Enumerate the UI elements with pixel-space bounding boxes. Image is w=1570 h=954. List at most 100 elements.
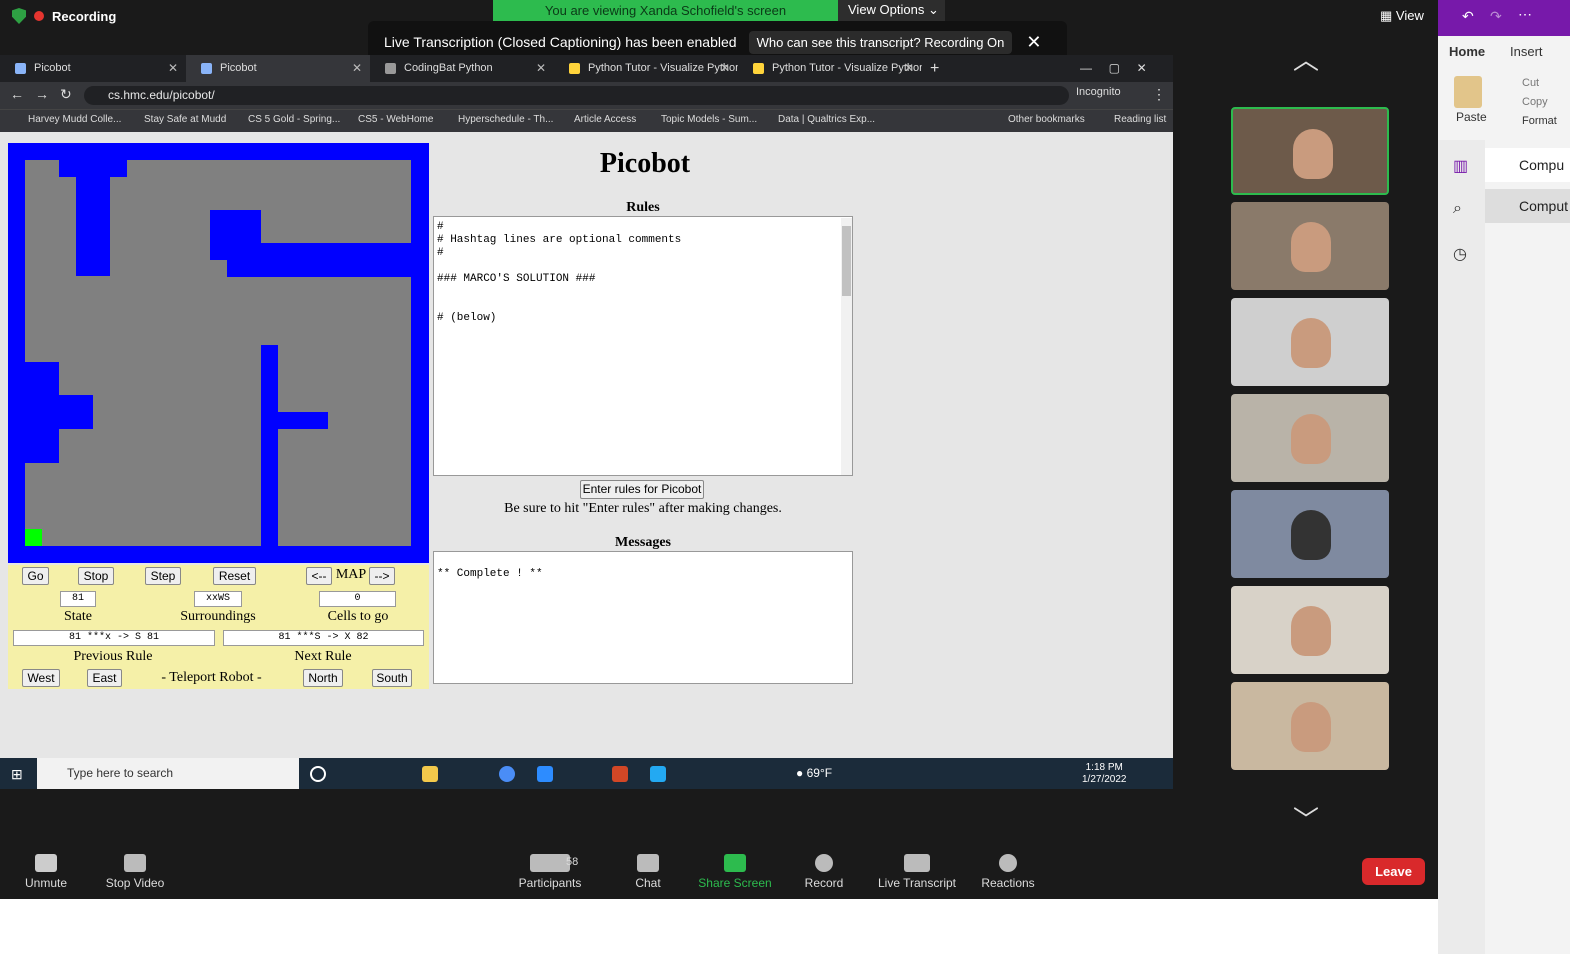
participant-video[interactable] (1231, 202, 1389, 290)
new-tab-button[interactable]: + (922, 55, 952, 82)
participant-video[interactable] (1231, 394, 1389, 482)
vscode-icon[interactable] (650, 766, 666, 782)
browser-tab-bar: Picobot ✕ Picobot ✕ CodingBat Python ✕ Pyth… (0, 55, 1173, 82)
cells-to-go-field[interactable]: 0 (319, 591, 396, 607)
view-options-button[interactable]: View Options ⌄ (838, 0, 945, 21)
recent-icon[interactable]: ◷ (1453, 244, 1467, 264)
enter-rules-button[interactable]: Enter rules for Picobot (580, 480, 704, 499)
rules-scrollbar[interactable] (841, 218, 852, 475)
reactions-button[interactable]: Reactions (978, 854, 1038, 890)
back-icon[interactable]: ← (10, 86, 24, 102)
state-field[interactable]: 81 (60, 591, 96, 607)
tab-picobot-2[interactable]: Picobot ✕ (186, 55, 370, 82)
unmute-button[interactable]: Unmute (22, 854, 70, 890)
bookmark-item[interactable]: Harvey Mudd Colle... (28, 114, 121, 125)
url-field[interactable]: cs.hmc.edu/picobot/ (84, 86, 1069, 105)
redo-icon[interactable]: ↷ (1490, 8, 1502, 25)
next-rule-field[interactable]: 81 ***S -> X 82 (223, 630, 424, 646)
file-explorer-icon[interactable] (422, 766, 438, 782)
east-button[interactable]: East (87, 669, 122, 687)
zoom-icon[interactable] (537, 766, 553, 782)
tab-codingbat[interactable]: CodingBat Python ✕ (370, 55, 554, 82)
window-controls[interactable]: — ▢ ✕ (1076, 55, 1173, 82)
more-icon[interactable]: ⋯ (1518, 6, 1532, 23)
reload-icon[interactable]: ↻ (60, 86, 72, 103)
participant-face (1291, 414, 1331, 464)
close-tab-icon[interactable]: ✕ (720, 55, 730, 82)
taskbar-search[interactable]: Type here to search (37, 758, 299, 789)
participant-video[interactable] (1231, 490, 1389, 578)
notebooks-icon[interactable]: ▥ (1453, 156, 1468, 176)
search-icon[interactable]: ⌕ (1453, 200, 1462, 218)
powerpoint-icon[interactable] (612, 766, 628, 782)
cut-label[interactable]: Cut (1522, 77, 1539, 89)
participant-video[interactable] (1231, 107, 1389, 195)
cortana-icon[interactable] (310, 766, 326, 782)
bookmark-item[interactable]: Hyperschedule - Th... (458, 114, 553, 125)
rules-textarea[interactable]: # # Hashtag lines are optional comments … (433, 216, 853, 476)
live-transcript-button[interactable]: Live Transcript (872, 854, 962, 890)
menu-icon[interactable]: ⋮ (1152, 86, 1166, 103)
previous-rule-field[interactable]: 81 ***x -> S 81 (13, 630, 215, 646)
forward-icon[interactable]: → (35, 86, 49, 102)
paste-label[interactable]: Paste (1456, 110, 1487, 124)
incognito-label[interactable]: Incognito (1076, 86, 1121, 98)
bookmark-item[interactable]: Data | Qualtrics Exp... (778, 114, 875, 125)
chrome-icon[interactable] (499, 766, 515, 782)
participant-face (1291, 510, 1331, 560)
bookmark-item[interactable]: Other bookmarks (1008, 114, 1085, 125)
bookmark-item[interactable]: Topic Models - Sum... (661, 114, 757, 125)
participant-video[interactable] (1231, 682, 1389, 770)
tab-label: Picobot (34, 62, 71, 74)
bookmark-item[interactable]: Article Access (574, 114, 636, 125)
step-button[interactable]: Step (145, 567, 181, 585)
tab-picobot-1[interactable]: Picobot ✕ (0, 55, 186, 82)
north-button[interactable]: North (303, 669, 343, 687)
next-map-button[interactable]: --> (369, 567, 395, 585)
reading-list-link[interactable]: Reading list (1114, 114, 1166, 125)
paste-icon[interactable] (1454, 76, 1482, 108)
windows-start-icon[interactable]: ⊞ (11, 766, 23, 783)
section-item[interactable]: Comput (1485, 189, 1570, 223)
scroll-thumb[interactable] (842, 226, 851, 296)
tab-home[interactable]: Home (1449, 44, 1485, 59)
close-icon[interactable]: ✕ (1026, 32, 1041, 53)
participant-video[interactable] (1231, 298, 1389, 386)
prev-map-button[interactable]: <-- (306, 567, 332, 585)
wall-block (76, 160, 110, 276)
format-label[interactable]: Format (1522, 115, 1557, 127)
reset-button[interactable]: Reset (213, 567, 256, 585)
copy-label[interactable]: Copy (1522, 96, 1548, 108)
tab-insert[interactable]: Insert (1510, 44, 1543, 59)
close-tab-icon[interactable]: ✕ (352, 55, 362, 82)
participants-icon (530, 854, 570, 872)
bookmark-item[interactable]: Stay Safe at Mudd (144, 114, 226, 125)
close-tab-icon[interactable]: ✕ (168, 55, 178, 82)
tab-pythontutor-2[interactable]: Python Tutor - Visualize Python, ✕ (738, 55, 922, 82)
south-button[interactable]: South (372, 669, 412, 687)
west-button[interactable]: West (22, 669, 60, 687)
surroundings-field[interactable]: xxWS (194, 591, 242, 607)
bookmark-item[interactable]: CS 5 Gold - Spring... (248, 114, 340, 125)
stop-video-button[interactable]: Stop Video (100, 854, 170, 890)
stop-button[interactable]: Stop (78, 567, 114, 585)
zoom-view-button[interactable]: ▦ View (1380, 8, 1424, 24)
share-screen-button[interactable]: Share Screen (695, 854, 775, 890)
weather-widget[interactable]: ● 69°F (796, 766, 832, 780)
scroll-up-icon[interactable]: ︿ (1293, 40, 1319, 77)
bookmark-item[interactable]: CS5 - WebHome (358, 114, 433, 125)
close-tab-icon[interactable]: ✕ (904, 55, 914, 82)
undo-icon[interactable]: ↶ (1462, 8, 1474, 25)
messages-textarea[interactable]: ** Complete ! ** (433, 551, 853, 684)
go-button[interactable]: Go (22, 567, 49, 585)
chat-button[interactable]: Chat (628, 854, 668, 890)
tab-pythontutor-1[interactable]: Python Tutor - Visualize Python, ✕ (554, 55, 738, 82)
taskbar-clock[interactable]: 1:18 PM 1/27/2022 (1082, 762, 1127, 786)
leave-button[interactable]: Leave (1362, 858, 1425, 885)
close-tab-icon[interactable]: ✕ (536, 55, 546, 82)
participant-video[interactable] (1231, 586, 1389, 674)
record-button[interactable]: Record (802, 854, 846, 890)
notebook-item[interactable]: Compu (1485, 148, 1570, 182)
transcript-visibility-button[interactable]: Who can see this transcript? Recording O… (748, 30, 1013, 54)
scroll-down-icon[interactable]: ﹀ (1293, 800, 1319, 837)
